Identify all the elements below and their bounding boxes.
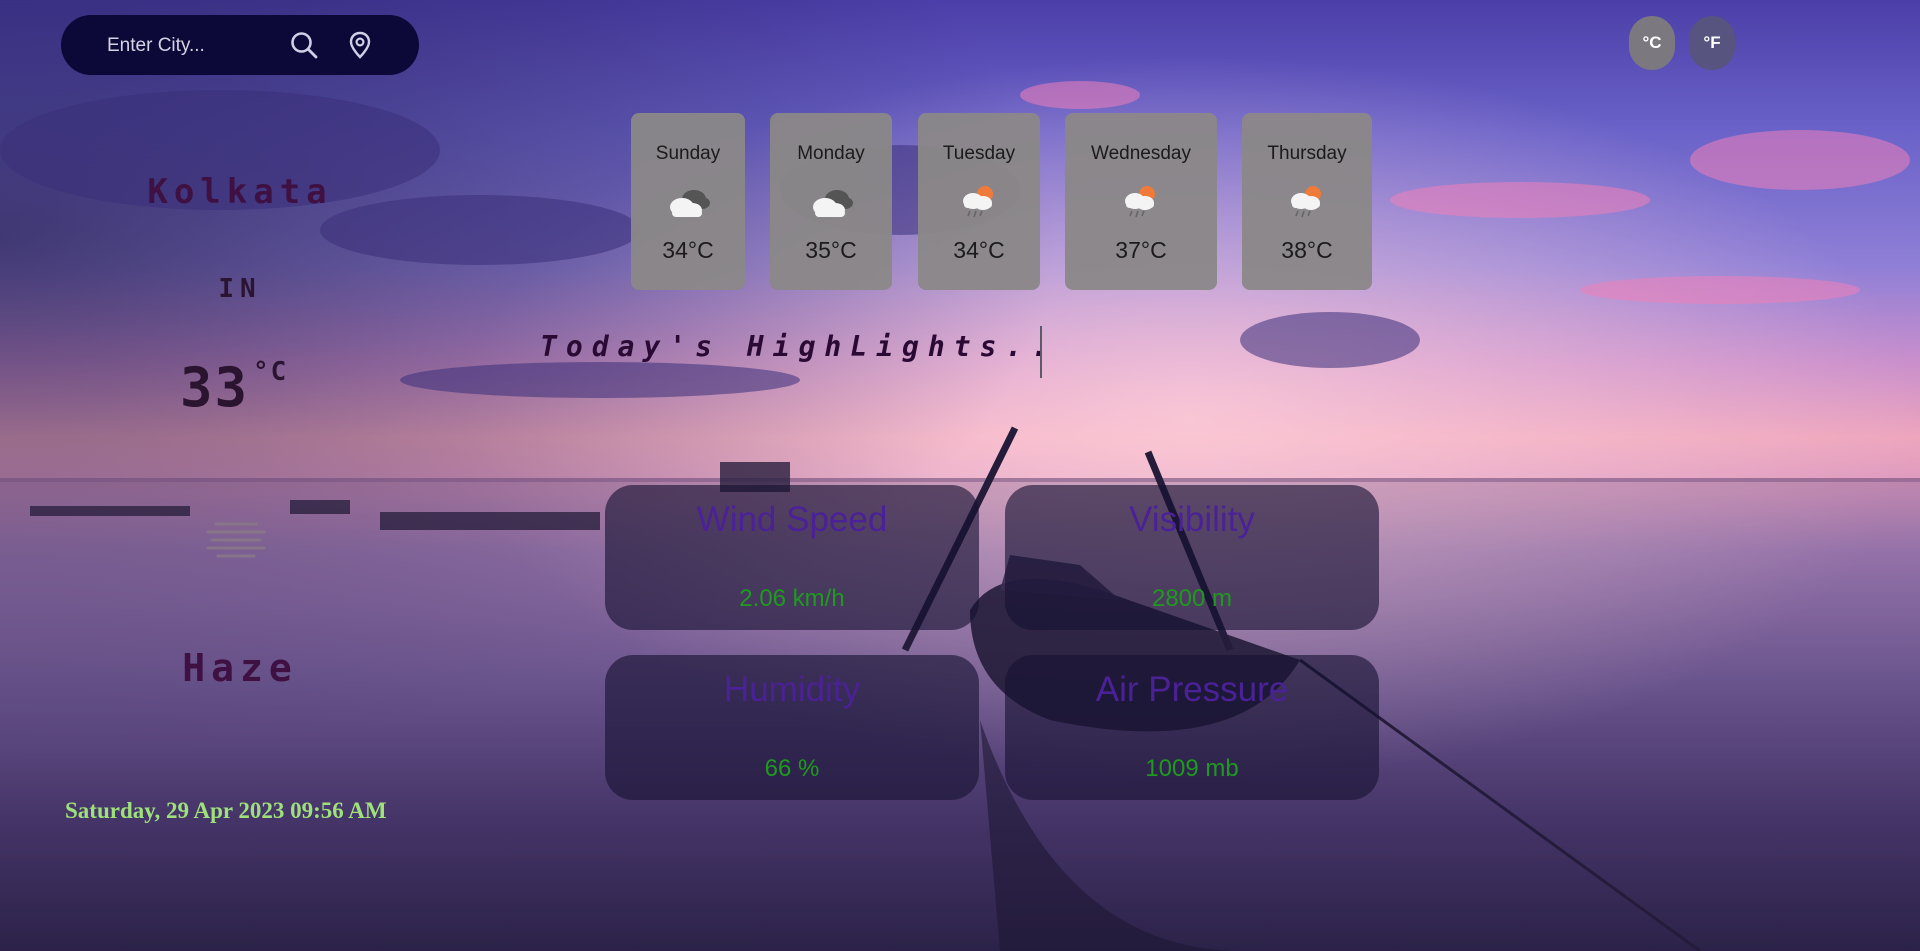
typing-cursor: [1040, 326, 1042, 378]
forecast-temp: 34°C: [953, 237, 1005, 263]
humidity-card: Humidity 66 %: [605, 655, 979, 800]
forecast-day: Wednesday: [1091, 143, 1191, 164]
forecast-temp: 38°C: [1281, 237, 1333, 263]
forecast-temp: 37°C: [1115, 237, 1167, 263]
sun-rain-cloud-icon: [1283, 181, 1331, 221]
forecast-card: Sunday 34°C: [631, 113, 745, 290]
forecast-day: Tuesday: [942, 143, 1016, 164]
forecast-day: Sunday: [655, 143, 721, 164]
search-icon[interactable]: [289, 30, 319, 60]
wind-speed-card: Wind Speed 2.06 km/h: [605, 485, 979, 630]
air-pressure-card: Air Pressure 1009 mb: [1005, 655, 1379, 800]
country-code: IN: [218, 274, 262, 304]
search-bar: [61, 15, 419, 75]
sun-rain-cloud-icon: [955, 181, 1003, 221]
weather-condition: Haze: [182, 646, 298, 690]
forecast-temp: 34°C: [662, 237, 714, 263]
forecast-day: Thursday: [1267, 143, 1347, 164]
cloudy-icon: [807, 181, 855, 221]
current-temperature: 33 °C: [180, 356, 288, 419]
celsius-toggle-button[interactable]: °C: [1629, 16, 1675, 70]
forecast-card: Tuesday 34°C: [918, 113, 1040, 290]
card-title: Air Pressure: [1095, 670, 1289, 709]
forecast-card: Monday 35°C: [770, 113, 892, 290]
sun-rain-cloud-icon: [1117, 181, 1165, 221]
temperature-value: 33: [180, 356, 250, 419]
forecast-day: Monday: [797, 143, 865, 164]
card-value: 66 %: [764, 755, 820, 782]
forecast-card: Wednesday 37°C: [1065, 113, 1217, 290]
card-title: Visibility: [1129, 500, 1255, 539]
cloudy-icon: [664, 181, 712, 221]
date-time: Saturday, 29 Apr 2023 09:56 AM: [65, 798, 387, 823]
forecast-card: Thursday 38°C: [1242, 113, 1372, 290]
forecast-temp: 35°C: [805, 237, 857, 263]
highlights-heading: Today's HighLights..: [540, 330, 1058, 363]
card-title: Humidity: [723, 670, 861, 709]
card-value: 2.06 km/h: [739, 585, 845, 612]
city-search-input[interactable]: [105, 29, 289, 63]
card-title: Wind Speed: [696, 500, 888, 539]
visibility-card: Visibility 2800 m: [1005, 485, 1379, 630]
temperature-unit: °C: [253, 357, 289, 387]
haze-icon: [204, 518, 268, 558]
city-name: Kolkata: [147, 172, 333, 212]
card-value: 1009 mb: [1145, 755, 1239, 782]
card-value: 2800 m: [1151, 585, 1233, 612]
fahrenheit-toggle-button[interactable]: °F: [1689, 16, 1735, 70]
location-pin-icon[interactable]: [345, 30, 375, 60]
